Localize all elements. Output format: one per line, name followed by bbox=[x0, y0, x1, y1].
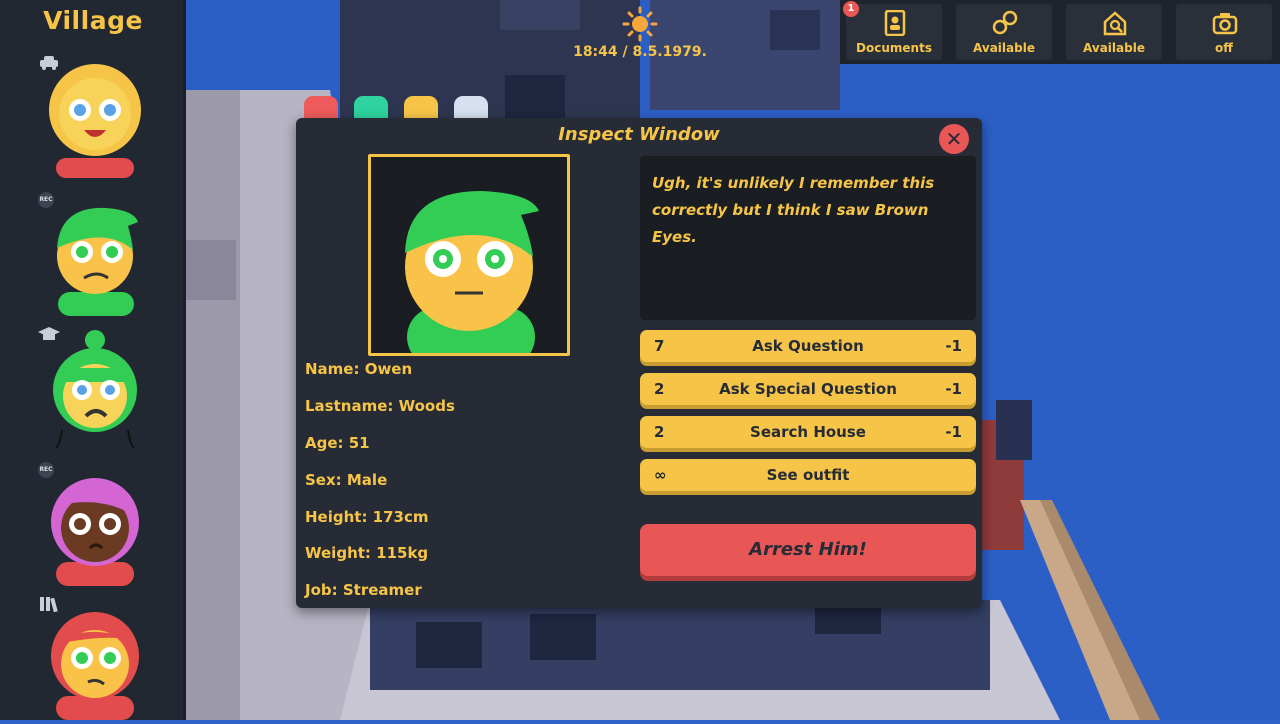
dialogue-box: Ugh, it's unlikely I remember this corre… bbox=[640, 156, 976, 320]
villager-avatar bbox=[53, 330, 137, 449]
see-outfit-button[interactable]: ∞ See outfit bbox=[640, 459, 976, 491]
house-search-label: Available bbox=[1083, 41, 1145, 55]
suspect-portrait bbox=[368, 154, 570, 356]
villager-card[interactable] bbox=[28, 54, 158, 182]
villager-avatar bbox=[51, 478, 139, 586]
search-house-cost: -1 bbox=[945, 423, 962, 441]
village-sidebar: Village REC REC bbox=[0, 0, 186, 720]
search-house-label: Search House bbox=[750, 423, 866, 441]
game-clock: 18:44 / 8.5.1979. bbox=[573, 44, 707, 60]
camera-icon bbox=[1212, 13, 1238, 35]
sun-icon bbox=[622, 6, 658, 42]
villager-avatar bbox=[57, 207, 138, 316]
documents-button[interactable]: Documents bbox=[846, 4, 942, 60]
info-job: Job: Streamer bbox=[305, 581, 422, 599]
special-question-label: Ask Special Question bbox=[719, 380, 897, 398]
arrest-status-button[interactable]: Available bbox=[956, 4, 1052, 60]
villager-avatar bbox=[49, 64, 141, 178]
id-card-icon bbox=[884, 10, 906, 36]
inspect-window: Inspect Window ✕ Name: Owen Lastname: Wo… bbox=[296, 118, 982, 608]
villager-card[interactable] bbox=[28, 596, 158, 724]
info-name: Name: Owen bbox=[305, 360, 413, 378]
documents-label: Documents bbox=[856, 41, 932, 55]
camera-button[interactable]: off bbox=[1176, 4, 1272, 60]
ask-question-label: Ask Question bbox=[752, 337, 864, 355]
info-height: Height: 173cm bbox=[305, 508, 429, 526]
info-sex: Sex: Male bbox=[305, 471, 388, 489]
villager-card[interactable]: REC bbox=[28, 192, 158, 320]
notification-badge: 1 bbox=[843, 1, 859, 17]
villager-card[interactable]: REC bbox=[28, 462, 158, 590]
info-weight: Weight: 115kg bbox=[305, 544, 429, 562]
info-age: Age: 51 bbox=[305, 434, 370, 452]
arrest-button[interactable]: Arrest Him! bbox=[640, 524, 976, 576]
special-question-cost: -1 bbox=[945, 380, 962, 398]
handcuffs-label: Available bbox=[973, 41, 1035, 55]
info-lastname: Lastname: Woods bbox=[305, 397, 455, 415]
close-button[interactable]: ✕ bbox=[939, 124, 969, 154]
house-search-icon bbox=[1103, 11, 1127, 36]
villager-avatar bbox=[51, 612, 139, 720]
search-house-button[interactable]: 2 Search House -1 bbox=[640, 416, 976, 448]
handcuffs-icon bbox=[992, 10, 1018, 35]
window-title: Inspect Window bbox=[558, 124, 720, 145]
ask-question-button[interactable]: 7 Ask Question -1 bbox=[640, 330, 976, 362]
top-toolbar: Documents Available Available off bbox=[840, 0, 1280, 64]
sidebar-title: Village bbox=[43, 6, 143, 35]
villager-card[interactable] bbox=[28, 326, 158, 454]
search-house-status-button[interactable]: Available bbox=[1066, 4, 1162, 60]
dialogue-text: Ugh, it's unlikely I remember this corre… bbox=[652, 174, 935, 246]
portrait-avatar bbox=[405, 191, 539, 353]
camera-label: off bbox=[1215, 41, 1233, 55]
ask-question-cost: -1 bbox=[945, 337, 962, 355]
see-outfit-label: See outfit bbox=[766, 466, 850, 484]
ask-special-question-button[interactable]: 2 Ask Special Question -1 bbox=[640, 373, 976, 405]
